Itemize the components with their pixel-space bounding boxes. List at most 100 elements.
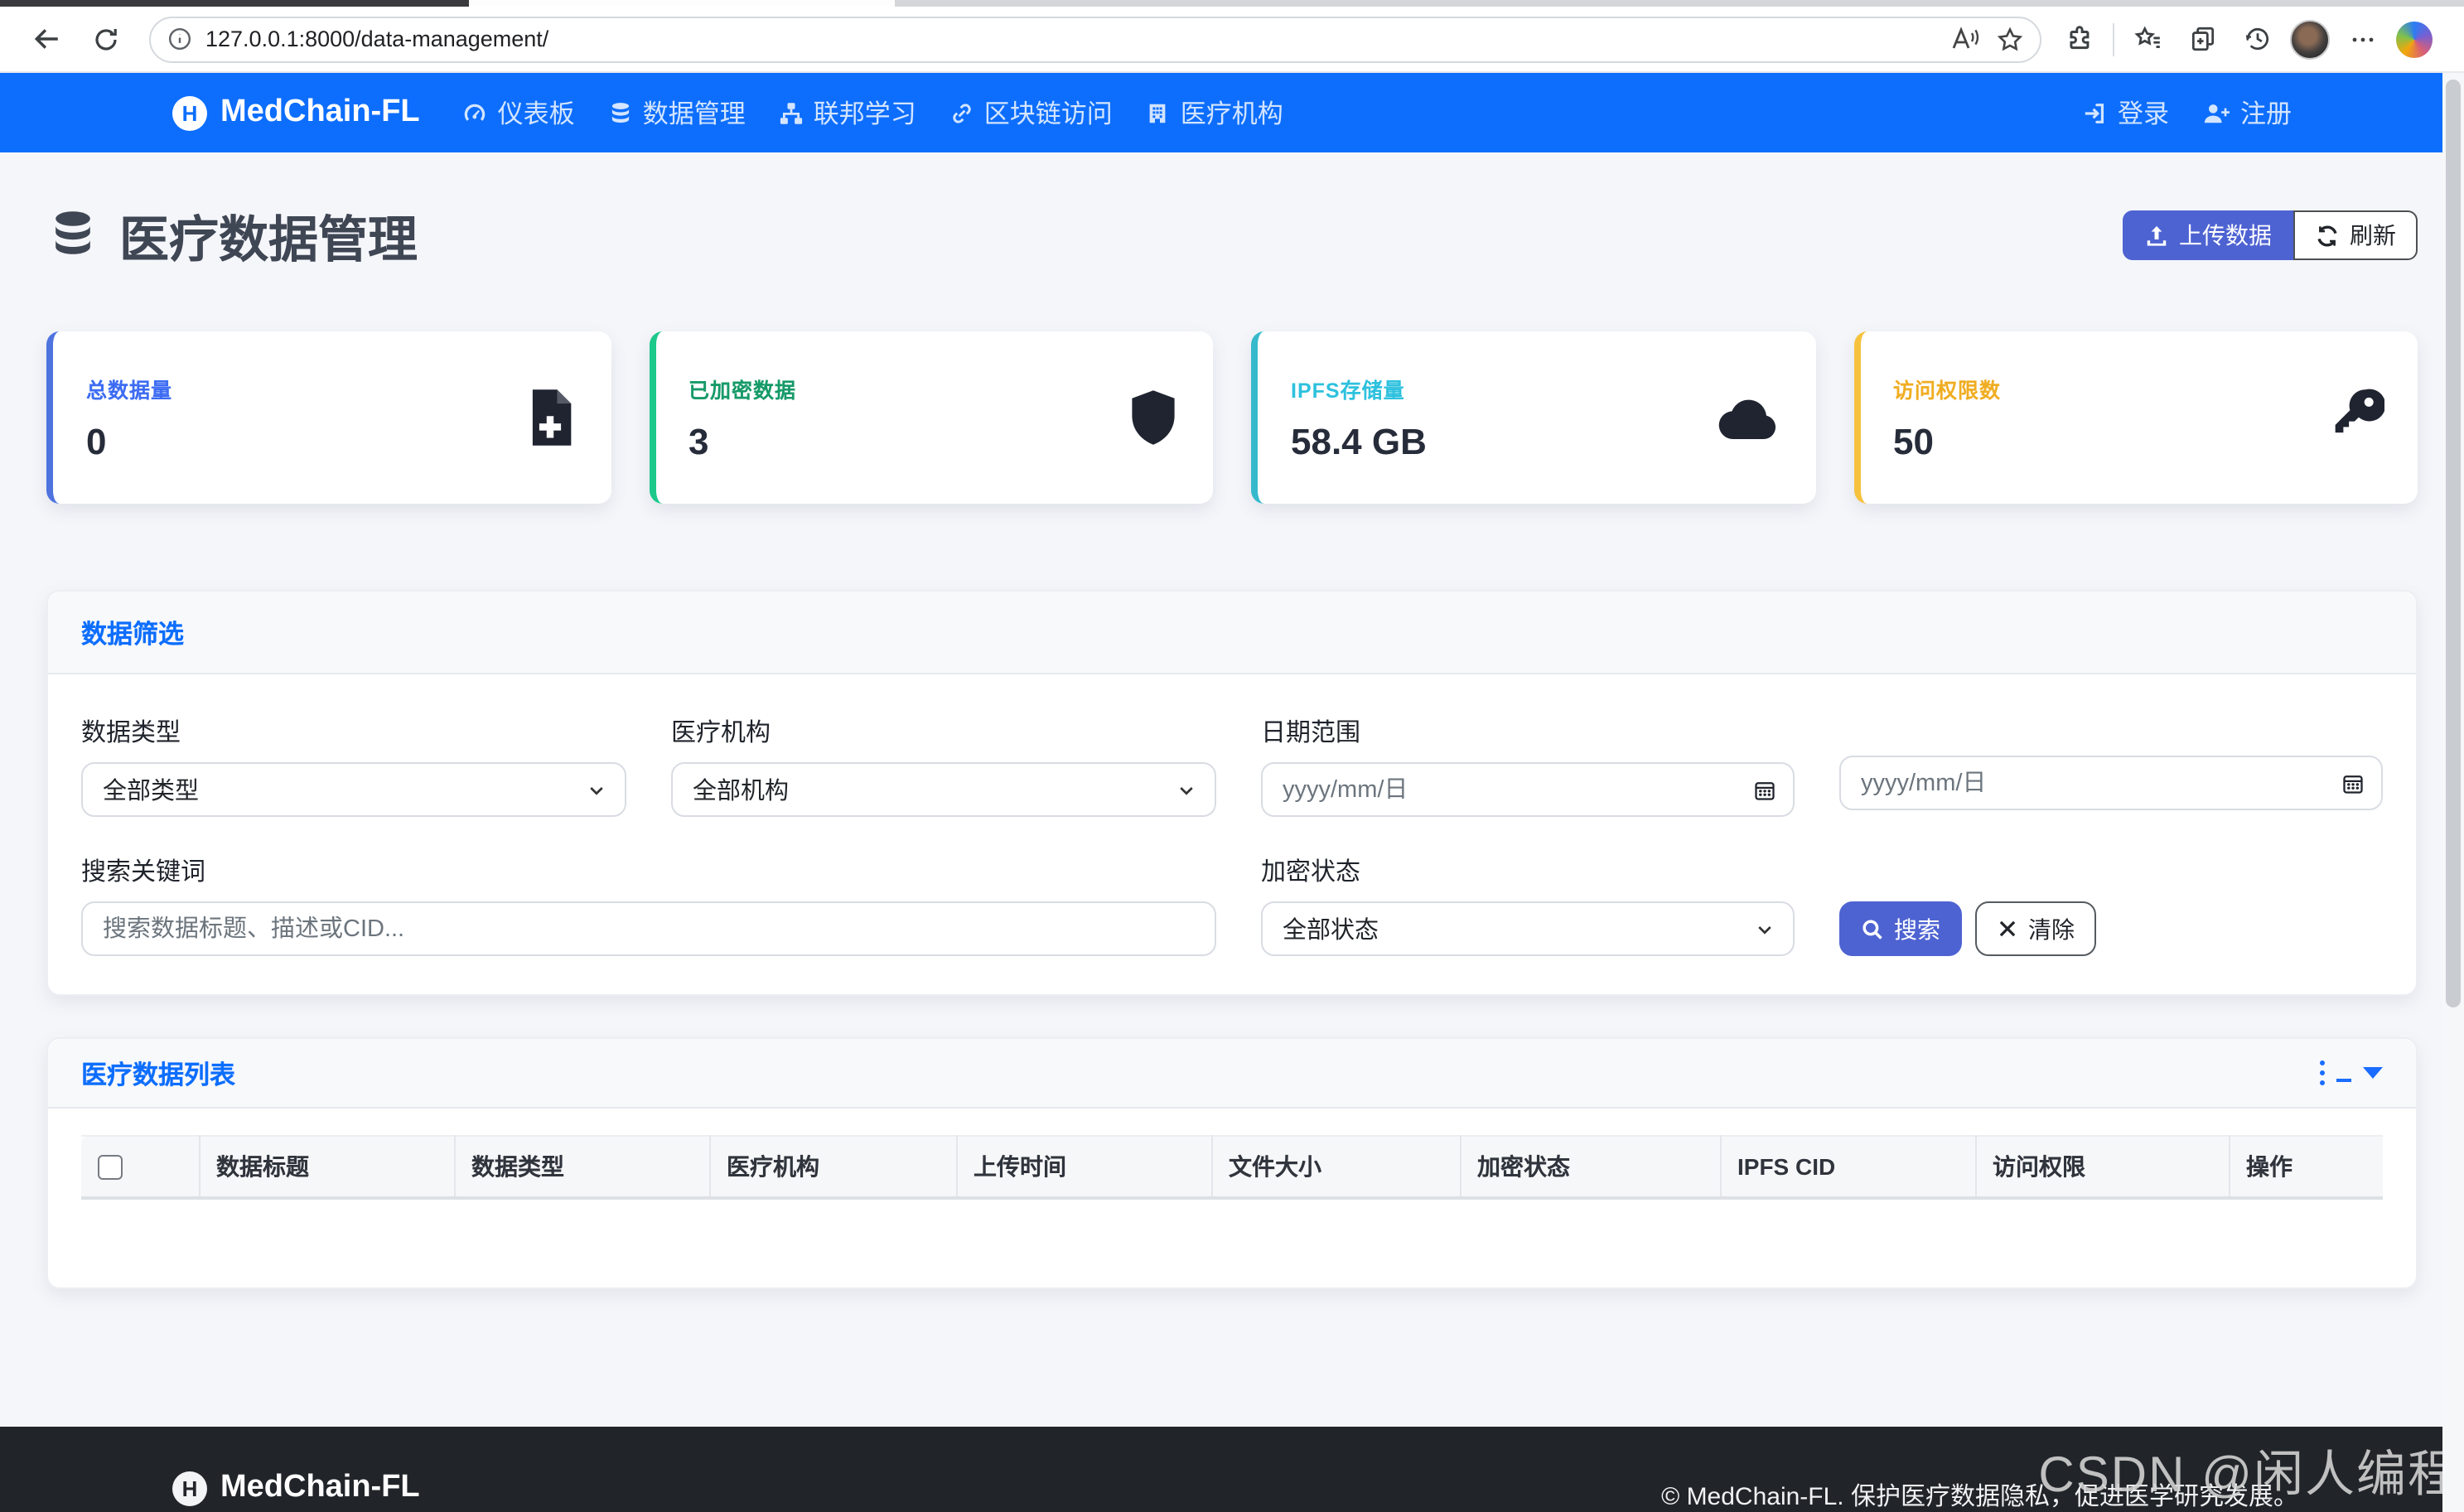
copilot-icon[interactable] — [2396, 21, 2433, 57]
toolbar-divider — [2113, 22, 2114, 56]
calendar-icon[interactable] — [1753, 778, 1776, 801]
address-bar[interactable]: 127.0.0.1:8000/data-management/ — [149, 16, 2041, 62]
browser-toolbar: 127.0.0.1:8000/data-management/ — [0, 7, 2464, 73]
col-access: 访问权限 — [1975, 1136, 2229, 1198]
chevron-down-icon — [1176, 780, 1196, 799]
file-medical-icon — [521, 386, 577, 449]
search-button[interactable]: 搜索 — [1839, 901, 1962, 956]
stat-card-encrypted: 已加密数据 3 — [649, 331, 1213, 504]
sign-in-icon — [2083, 100, 2108, 125]
x-icon — [1997, 918, 2018, 940]
select-all-checkbox[interactable] — [98, 1154, 123, 1179]
data-type-select[interactable]: 全部类型 — [81, 762, 626, 817]
keyword-input[interactable] — [81, 901, 1216, 956]
date-range-label-spacer — [1839, 714, 2383, 742]
register-link[interactable]: 注册 — [2202, 94, 2292, 131]
footer: H MedChain-FL © MedChain-FL. 保护医疗数据隐私，促进… — [0, 1427, 2464, 1512]
keyword-label: 搜索关键词 — [81, 853, 1216, 888]
stat-value: 50 — [1893, 420, 2001, 463]
filter-card: 数据筛选 数据类型 全部类型 医疗机构 全部机构 — [46, 590, 2418, 996]
key-icon — [2328, 386, 2384, 449]
database-title-icon — [46, 209, 99, 262]
stat-label: 访问权限数 — [1893, 372, 2001, 403]
nav-item-data-management[interactable]: 数据管理 — [608, 94, 746, 131]
footer-logo-icon: H — [172, 1471, 207, 1505]
stat-value: 3 — [688, 420, 796, 463]
stat-value: 0 — [86, 420, 172, 463]
chevron-down-icon — [587, 780, 606, 799]
data-list-card: 医疗数据列表 数据标题 数据类型 医疗机构 上传时间 — [46, 1037, 2418, 1289]
brand[interactable]: H MedChain-FL — [172, 94, 420, 131]
select-all-cell — [81, 1136, 199, 1198]
col-actions: 操作 — [2229, 1136, 2383, 1198]
encryption-label: 加密状态 — [1261, 853, 1795, 888]
shield-icon — [1127, 386, 1180, 449]
col-data-type: 数据类型 — [454, 1136, 709, 1198]
favorites-list-icon[interactable] — [2126, 17, 2169, 60]
upload-icon — [2144, 223, 2169, 248]
nav-item-federated-learning[interactable]: 联邦学习 — [779, 94, 916, 131]
url-text[interactable]: 127.0.0.1:8000/data-management/ — [205, 27, 1934, 51]
read-aloud-icon[interactable] — [1950, 27, 1980, 51]
refresh-icon — [2315, 223, 2340, 248]
clear-button[interactable]: 清除 — [1975, 901, 2096, 956]
user-plus-icon — [2202, 100, 2230, 125]
watermark: CSDN @闲人编程 — [2038, 1433, 2459, 1506]
extensions-icon[interactable] — [2058, 17, 2101, 60]
date-end-input[interactable] — [1839, 756, 2383, 810]
browser-tabstrip — [0, 0, 2464, 7]
list-menu-toggle[interactable] — [2319, 1060, 2383, 1086]
nav-item-dashboard[interactable]: 仪表板 — [463, 94, 575, 131]
nav-item-institutions[interactable]: 医疗机构 — [1146, 94, 1283, 131]
kebab-menu-icon — [2319, 1060, 2325, 1086]
stat-card-total-data: 总数据量 0 — [46, 331, 611, 504]
history-icon[interactable] — [2235, 17, 2278, 60]
footer-brand: H MedChain-FL — [172, 1470, 420, 1506]
stat-card-access-permissions: 访问权限数 50 — [1853, 331, 2418, 504]
data-type-label: 数据类型 — [81, 714, 626, 749]
stat-card-ipfs-storage: IPFS存储量 58.4 GB — [1251, 331, 1815, 504]
favorite-star-icon[interactable] — [1997, 26, 2023, 52]
scrollbar-thumb[interactable] — [2446, 80, 2461, 1007]
date-start-input[interactable] — [1261, 762, 1795, 817]
filter-title: 数据筛选 — [81, 614, 184, 650]
page-scrollbar[interactable] — [2442, 73, 2464, 1512]
link-icon — [949, 100, 974, 125]
cloud-icon — [1716, 389, 1782, 446]
refresh-button[interactable]: 刷新 — [2293, 210, 2418, 260]
col-file-size: 文件大小 — [1211, 1136, 1460, 1198]
encryption-select[interactable]: 全部状态 — [1261, 901, 1795, 956]
stat-value: 58.4 GB — [1291, 420, 1427, 463]
collections-icon[interactable] — [2181, 17, 2224, 60]
institution-label: 医疗机构 — [671, 714, 1216, 749]
medical-data-table: 数据标题 数据类型 医疗机构 上传时间 文件大小 加密状态 IPFS CID 访… — [81, 1135, 2383, 1200]
brand-logo-icon: H — [172, 95, 207, 130]
stat-label: 总数据量 — [86, 372, 172, 403]
caret-down-icon — [2363, 1067, 2383, 1079]
col-data-title: 数据标题 — [199, 1136, 454, 1198]
stat-label: 已加密数据 — [688, 372, 796, 403]
site-info-icon[interactable] — [167, 27, 192, 51]
browser-menu-icon[interactable] — [2341, 17, 2384, 60]
institution-select[interactable]: 全部机构 — [671, 762, 1216, 817]
col-upload-time: 上传时间 — [956, 1136, 1211, 1198]
list-title: 医疗数据列表 — [81, 1055, 235, 1091]
database-icon — [608, 100, 633, 125]
hospital-building-icon — [1146, 100, 1171, 125]
brand-name: MedChain-FL — [220, 94, 420, 131]
upload-data-button[interactable]: 上传数据 — [2123, 210, 2293, 260]
nav-item-blockchain[interactable]: 区块链访问 — [949, 94, 1113, 131]
back-icon[interactable] — [23, 16, 70, 62]
login-link[interactable]: 登录 — [2083, 94, 2169, 131]
chevron-down-icon — [1755, 919, 1775, 939]
profile-avatar[interactable] — [2290, 19, 2330, 59]
refresh-page-icon[interactable] — [83, 16, 129, 62]
col-institution: 医疗机构 — [709, 1136, 956, 1198]
network-nodes-icon — [779, 100, 804, 125]
gauge-icon — [463, 100, 488, 125]
stat-label: IPFS存储量 — [1291, 372, 1427, 403]
date-range-label: 日期范围 — [1261, 714, 1795, 749]
calendar-icon[interactable] — [2341, 771, 2365, 795]
search-icon — [1861, 917, 1884, 940]
page-title: 医疗数据管理 — [46, 199, 418, 272]
